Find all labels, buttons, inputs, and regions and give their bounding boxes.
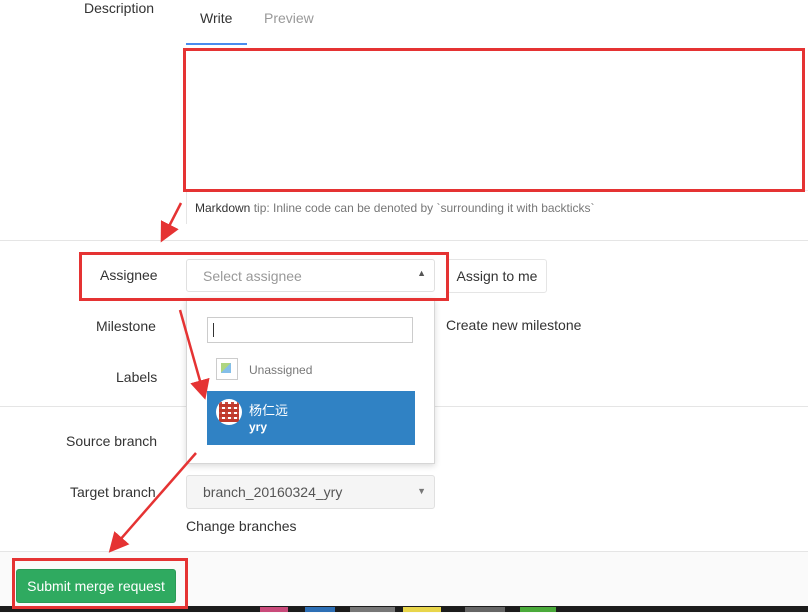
annotation-arrow — [108, 452, 197, 553]
annotation-arrows — [108, 202, 210, 553]
annotation-arrow — [178, 309, 210, 400]
annotation-arrow — [160, 202, 183, 243]
